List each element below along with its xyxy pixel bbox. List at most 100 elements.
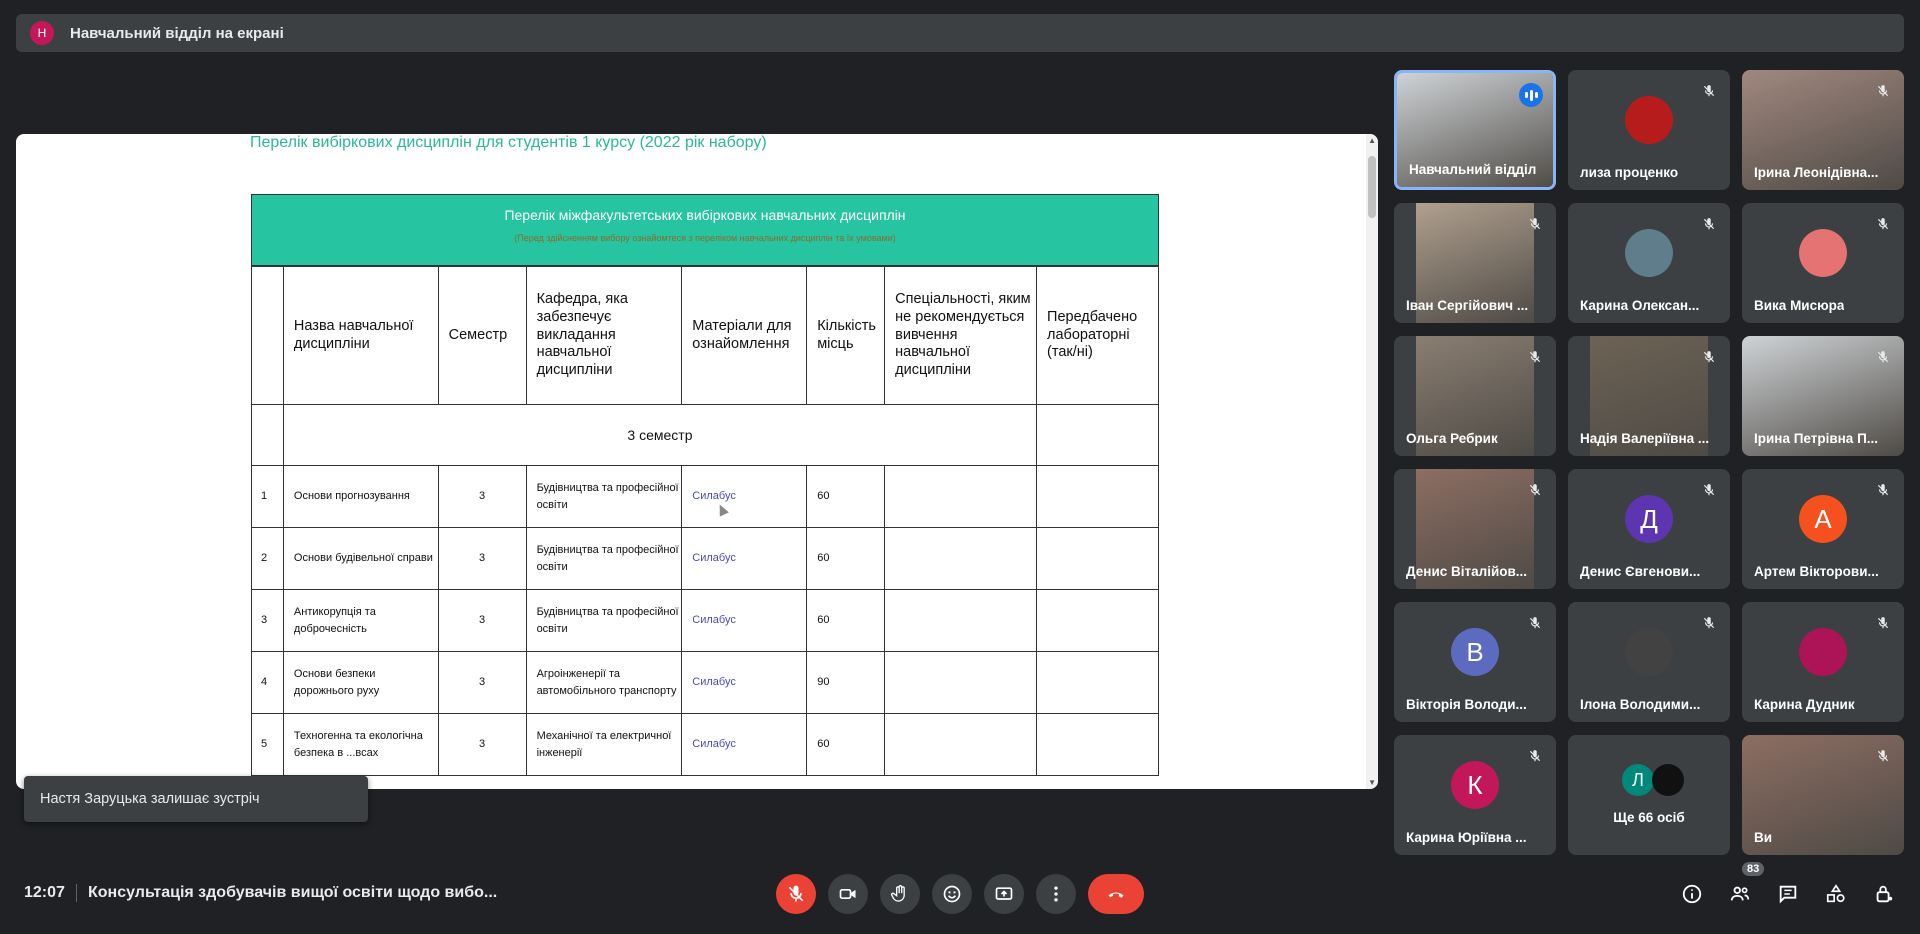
more-options-button[interactable] <box>1036 874 1076 914</box>
mic-off-icon <box>1698 479 1720 501</box>
avatar: В <box>1451 628 1499 677</box>
row-places: 60 <box>806 713 886 776</box>
avatar <box>1625 229 1673 278</box>
mic-off-icon <box>1872 612 1894 634</box>
avatar <box>1799 229 1847 278</box>
row-num: 2 <box>251 527 284 590</box>
participant-tile[interactable]: А Артем Вікторови... <box>1742 469 1904 589</box>
participant-name: Ірина Петрівна П... <box>1754 431 1879 446</box>
mic-off-icon <box>1872 346 1894 368</box>
call-end-icon <box>1108 892 1124 898</box>
reactions-button[interactable] <box>932 874 972 914</box>
avatar <box>1625 96 1673 145</box>
activities-button[interactable] <box>1824 882 1848 906</box>
participant-tile[interactable]: Ви <box>1742 735 1904 855</box>
table-row: 3 Антикорупція та доброчесність 3 Будівн… <box>251 589 1159 652</box>
mic-off-icon <box>1872 80 1894 102</box>
participant-tile[interactable]: Ілона Володими... <box>1568 602 1730 722</box>
participant-tile[interactable]: Д Денис Євгенови... <box>1568 469 1730 589</box>
participant-tile[interactable]: Карина Олексан... <box>1568 203 1730 323</box>
shapes-icon <box>1826 884 1845 903</box>
participant-tile[interactable]: Карина Дудник <box>1742 602 1904 722</box>
semester-row: 3 семестр <box>251 404 1159 466</box>
meeting-details-button[interactable] <box>1680 882 1704 906</box>
participant-name: Ольга Ребрик <box>1406 431 1498 446</box>
mic-off-button[interactable] <box>776 874 816 914</box>
scrollbar[interactable]: ▲ ▼ <box>1366 134 1378 789</box>
mic-off-icon <box>1524 346 1546 368</box>
syllabus-link[interactable]: Силабус <box>681 589 808 652</box>
syllabus-link[interactable]: Силабус <box>681 465 808 528</box>
header-places: Кількість місць <box>806 266 886 405</box>
table-header-row: Назва навчальної дисципліни Семестр Кафе… <box>251 266 1159 405</box>
participant-tile[interactable]: Вика Мисюра <box>1742 203 1904 323</box>
meeting-title[interactable]: Консультація здобувачів вищої освіти щод… <box>88 884 497 902</box>
row-department: Агроінженерії та автомобільного транспор… <box>525 651 683 714</box>
scrollbar-thumb[interactable] <box>1368 156 1376 218</box>
participant-name: Ви <box>1754 830 1773 845</box>
row-department: Будівництва та професійної освіти <box>525 527 683 590</box>
participant-name: Ірина Леонідівна... <box>1754 165 1879 180</box>
scroll-up-icon[interactable]: ▲ <box>1368 136 1376 145</box>
shared-screen[interactable]: Перелік вибіркових дисциплін для студент… <box>16 134 1378 789</box>
row-name: Техногенна та екологічна безпека в ...вс… <box>282 713 439 776</box>
row-semester: 3 <box>437 465 527 528</box>
mic-off-icon <box>1872 213 1894 235</box>
camera-button[interactable] <box>828 874 868 914</box>
row-semester: 3 <box>437 527 527 590</box>
mic-off-icon <box>1698 346 1720 368</box>
chat-button[interactable] <box>1776 882 1800 906</box>
participant-name: лиза проценко <box>1580 165 1679 180</box>
leave-call-button[interactable] <box>1088 874 1144 914</box>
meeting-time: 12:07 <box>24 884 65 901</box>
mic-off-icon <box>1698 80 1720 102</box>
participant-tile[interactable]: Ірина Леонідівна... <box>1742 70 1904 190</box>
scroll-down-icon[interactable]: ▼ <box>1368 778 1376 787</box>
mic-off-icon <box>1524 745 1546 767</box>
row-department: Механічної та електричної інженерії <box>525 713 683 776</box>
participant-tile[interactable]: К Карина Юріївна ... <box>1394 735 1556 855</box>
speaking-indicator-icon <box>1519 83 1543 107</box>
table-title: Перелік міжфакультетських вибіркових нав… <box>504 207 906 223</box>
info-icon <box>1682 884 1702 904</box>
participant-name: Іван Сергійович ... <box>1406 298 1529 313</box>
header-department: Кафедра, яка забезпечує викладання навча… <box>525 266 683 405</box>
row-name: Основи безпеки дорожнього руху <box>282 651 439 714</box>
participant-name: Карина Юріївна ... <box>1406 830 1527 845</box>
row-num: 3 <box>251 589 284 652</box>
syllabus-link[interactable]: Силабус <box>681 651 808 714</box>
syllabus-link[interactable]: Силабус <box>681 713 808 776</box>
participant-tile[interactable]: Навчальний відділ <box>1394 70 1556 190</box>
mic-off-icon <box>1698 612 1720 634</box>
participant-name: Ілона Володими... <box>1580 697 1701 712</box>
participant-name: Денис Євгенови... <box>1580 564 1701 579</box>
header-labs: Передбачено лабораторні (так/ні) <box>1036 266 1159 405</box>
participant-name: Денис Віталійов... <box>1406 564 1528 579</box>
participants-button[interactable] <box>1728 882 1752 906</box>
participant-tile[interactable]: Л Ще 66 осіб <box>1568 735 1730 855</box>
participant-tile[interactable]: Надія Валеріївна ... <box>1568 336 1730 456</box>
header-semester: Семестр <box>437 266 527 405</box>
participant-tile[interactable]: Денис Віталійов... <box>1394 469 1556 589</box>
participant-tile[interactable]: Ольга Ребрик <box>1394 336 1556 456</box>
syllabus-link[interactable]: Силабус <box>681 527 808 590</box>
emoji-icon <box>943 885 961 903</box>
participant-tile[interactable]: Іван Сергійович ... <box>1394 203 1556 323</box>
divider <box>76 884 77 902</box>
row-semester: 3 <box>437 713 527 776</box>
present-button[interactable] <box>984 874 1024 914</box>
table-row: 4 Основи безпеки дорожнього руху 3 Агроі… <box>251 651 1159 714</box>
videocam-icon <box>839 889 856 899</box>
participant-tile[interactable]: Ірина Петрівна П... <box>1742 336 1904 456</box>
host-controls-button[interactable] <box>1872 882 1896 906</box>
participant-tile[interactable]: лиза проценко <box>1568 70 1730 190</box>
participant-name: Карина Олексан... <box>1580 298 1700 313</box>
participant-tile[interactable]: В Вікторія Володи... <box>1394 602 1556 722</box>
participant-name: Карина Дудник <box>1754 697 1855 712</box>
avatar: А <box>1799 495 1847 544</box>
people-icon <box>1730 886 1750 901</box>
raise-hand-button[interactable] <box>880 874 920 914</box>
row-num: 1 <box>251 465 284 528</box>
avatar: Д <box>1625 495 1673 544</box>
avatar <box>1625 628 1673 677</box>
